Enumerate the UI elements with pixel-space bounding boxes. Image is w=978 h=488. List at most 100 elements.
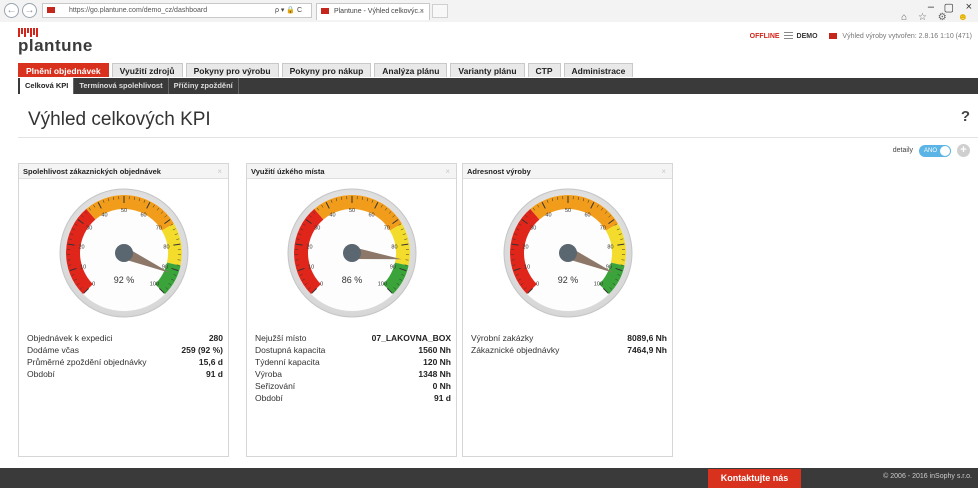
address-tools-icons[interactable]: ρ ▾ 🔒 C bbox=[275, 4, 302, 17]
widget-close-icon[interactable]: × bbox=[661, 164, 666, 179]
app-logo[interactable]: plantune bbox=[18, 28, 93, 56]
kpi-label: Dostupná kapacita bbox=[255, 345, 326, 355]
browser-toolbar-icons[interactable]: ⌂ ☆ ⚙ ☻ bbox=[901, 12, 972, 23]
kpi-value: 0 Nh bbox=[432, 381, 451, 391]
gauge-tick-label: 20 bbox=[522, 244, 528, 250]
details-toolbar: detaily ANO + bbox=[893, 144, 970, 157]
main-tabs: Plnění objednávek Využití zdrojů Pokyny … bbox=[18, 63, 634, 77]
gauge-tick-label: 10 bbox=[80, 264, 86, 270]
back-arrow-icon: ← bbox=[6, 5, 17, 16]
kpi-value: 1560 Nh bbox=[418, 345, 451, 355]
tab-varianty-planu[interactable]: Varianty plánu bbox=[450, 63, 525, 77]
gauge: 010203040506070809010092 % bbox=[503, 188, 633, 318]
kpi-label: Období bbox=[255, 393, 283, 403]
copyright: © 2006 - 2016 inSophy s.r.o. bbox=[883, 473, 972, 480]
kpi-value: 1348 Nh bbox=[418, 369, 451, 379]
help-icon[interactable]: ? bbox=[961, 108, 970, 125]
gauge-tick-label: 80 bbox=[163, 244, 169, 250]
gauge-tick-label: 30 bbox=[530, 226, 536, 232]
kpi-label: Výroba bbox=[255, 369, 282, 379]
gauge-tick-label: 100 bbox=[378, 281, 387, 287]
back-button[interactable]: ← bbox=[4, 3, 19, 18]
status-bar: OFFLINE DEMO Výhled výroby vytvořen: 2.8… bbox=[750, 32, 972, 40]
gauge-value-label: 92 % bbox=[558, 275, 579, 285]
kpi-row: Období 91 d bbox=[27, 368, 223, 380]
new-tab-button[interactable] bbox=[432, 4, 448, 18]
kpi-label: Výrobní zakázky bbox=[471, 333, 534, 343]
tab-plneni-objednavek[interactable]: Plnění objednávek bbox=[18, 63, 109, 77]
tab-pokyny-pro-nakup[interactable]: Pokyny pro nákup bbox=[281, 63, 372, 77]
kpi-value: 15,6 d bbox=[198, 357, 223, 367]
gauge-tick-label: 50 bbox=[121, 208, 127, 214]
kpi-value: 8089,6 Nh bbox=[627, 333, 667, 343]
tab-pokyny-pro-vyrobu[interactable]: Pokyny pro výrobu bbox=[185, 63, 279, 77]
demo-label: DEMO bbox=[796, 33, 818, 40]
gauge-tick-label: 80 bbox=[391, 244, 397, 250]
subtab-terminova-spolehlivost[interactable]: Termínová spolehlivost bbox=[74, 78, 169, 94]
forward-arrow-icon: → bbox=[24, 5, 35, 16]
kpi-label: Týdenní kapacita bbox=[255, 357, 320, 367]
kpi-value: 259 (92 %) bbox=[181, 345, 223, 355]
tab-analyza-planu[interactable]: Analýza plánu bbox=[374, 63, 448, 77]
tab-close-icon[interactable]: × bbox=[420, 4, 424, 19]
kpi-value: 280 bbox=[208, 333, 223, 343]
browser-tab-title: Plantune - Výhled celkovýc... bbox=[333, 8, 424, 15]
forward-button[interactable]: → bbox=[22, 3, 37, 18]
toggle-knob bbox=[940, 145, 950, 156]
widget-vyuziti-uzkeho-mista: Využití úzkého místa × 0 10 20 30 40 50 60 70 80… bbox=[246, 163, 457, 457]
kpi-row: Výrobní zakázky 8089,6 Nh bbox=[471, 332, 667, 344]
offline-status[interactable]: OFFLINE bbox=[750, 33, 780, 40]
gauge-tick-label: 30 bbox=[86, 226, 92, 232]
gauge-tick-label: 70 bbox=[600, 226, 606, 232]
kpi-row: Seřizování 0 Nh bbox=[255, 380, 451, 392]
gauge-hub bbox=[559, 244, 577, 262]
details-toggle[interactable]: ANO bbox=[919, 144, 951, 157]
gauge-tick-label: 100 bbox=[150, 281, 159, 287]
subtab-celkova-kpi[interactable]: Celková KPI bbox=[20, 78, 75, 94]
gauge-tick-label: 100 bbox=[594, 281, 603, 287]
kpi-row: Období 91 d bbox=[255, 392, 451, 404]
kpi-value: 7464,9 Nh bbox=[627, 345, 667, 355]
kpi-label: Seřizování bbox=[255, 381, 296, 391]
subtab-priciny-zpozdeni[interactable]: Příčiny zpoždění bbox=[169, 78, 239, 94]
widget-title: Spolehlivost zákaznických objednávek × bbox=[19, 164, 228, 179]
gauge-value-label: 92 % bbox=[114, 275, 135, 285]
gauge-tick-label: 40 bbox=[329, 213, 335, 219]
browser-tab[interactable]: Plantune - Výhled celkovýc... × bbox=[316, 3, 430, 20]
kpi-label: Dodáme včas bbox=[27, 345, 79, 355]
menu-icon[interactable] bbox=[783, 32, 793, 39]
gauge-tick-label: 90 bbox=[390, 264, 396, 270]
gauge-tick-label: 60 bbox=[140, 213, 146, 219]
kpi-row: Zákaznické objednávky 7464,9 Nh bbox=[471, 344, 667, 356]
contact-button[interactable]: Kontaktujte nás bbox=[708, 469, 801, 488]
gauge-tick-label: 50 bbox=[349, 208, 355, 214]
kpi-label: Období bbox=[27, 369, 55, 379]
plan-icon bbox=[829, 33, 838, 39]
kpi-list: Výrobní zakázky 8089,6 Nh Zákaznické obje… bbox=[471, 332, 667, 356]
gauge-tick-label: 40 bbox=[545, 213, 551, 219]
add-widget-button[interactable]: + bbox=[957, 144, 970, 157]
kpi-row: Objednávek k expedici 280 bbox=[27, 332, 223, 344]
gauge-hub bbox=[115, 244, 133, 262]
widget-close-icon[interactable]: × bbox=[217, 164, 222, 179]
feedback-smiley-icon[interactable]: ☻ bbox=[957, 12, 972, 23]
gauge-tick-label: 10 bbox=[524, 264, 530, 270]
gauge-tick-label: 10 bbox=[308, 264, 314, 270]
widget-title: Využití úzkého místa × bbox=[247, 164, 456, 179]
gauge-value-label: 86 % bbox=[342, 275, 363, 285]
gauge-tick-label: 20 bbox=[306, 244, 312, 250]
gauge-hub bbox=[343, 244, 361, 262]
tab-vyuziti-zdroju[interactable]: Využití zdrojů bbox=[111, 63, 183, 77]
address-bar[interactable]: https://go.plantune.com/demo_cz/dashboar… bbox=[42, 3, 312, 18]
kpi-value: 120 Nh bbox=[423, 357, 451, 367]
widget-close-icon[interactable]: × bbox=[445, 164, 450, 179]
widget-title: Adresnost výroby × bbox=[463, 164, 672, 179]
kpi-list: Nejužší místo 07_LAKOVNA_BOX Dostupná kap… bbox=[255, 332, 451, 404]
tab-administrace[interactable]: Administrace bbox=[563, 63, 634, 77]
kpi-label: Objednávek k expedici bbox=[27, 333, 113, 343]
kpi-label: Průměrné zpoždění objednávky bbox=[27, 357, 147, 367]
kpi-row: Nejužší místo 07_LAKOVNA_BOX bbox=[255, 332, 451, 344]
tab-ctp[interactable]: CTP bbox=[527, 63, 561, 77]
gauge-tick-label: 0 bbox=[536, 281, 539, 287]
gauge-tick-label: 70 bbox=[156, 226, 162, 232]
